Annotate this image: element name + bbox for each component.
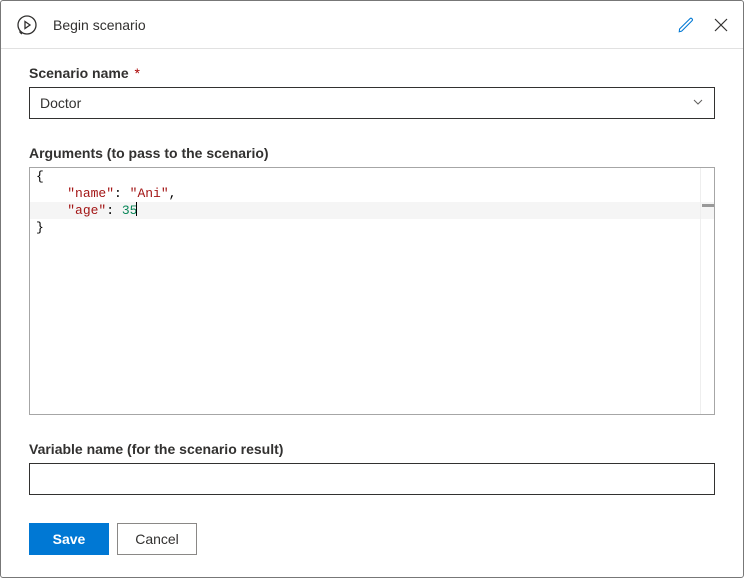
- code-line-2: "name": "Ani",: [30, 185, 714, 202]
- code-number: 35: [122, 203, 138, 218]
- code-indent: [36, 186, 67, 201]
- code-key: "name": [67, 186, 114, 201]
- chevron-down-icon: [692, 95, 704, 111]
- code-string: "Ani": [130, 186, 169, 201]
- variable-name-label: Variable name (for the scenario result): [29, 441, 715, 457]
- panel-header: Begin scenario: [1, 1, 743, 49]
- scenario-name-label-text: Scenario name: [29, 65, 129, 81]
- close-icon[interactable]: [713, 17, 729, 33]
- overview-mark: [702, 204, 714, 207]
- scenario-name-select[interactable]: Doctor: [29, 87, 715, 119]
- code-token: {: [36, 169, 44, 184]
- edit-icon[interactable]: [677, 16, 695, 34]
- arguments-editor[interactable]: { "name": "Ani", "age": 35 }: [29, 167, 715, 415]
- code-key: "age": [67, 203, 106, 218]
- begin-scenario-panel: Begin scenario Scenario name * Doctor: [0, 0, 744, 578]
- scenario-name-label: Scenario name *: [29, 65, 715, 81]
- panel-title: Begin scenario: [53, 17, 677, 33]
- editor-overview-ruler: [700, 168, 714, 414]
- save-button[interactable]: Save: [29, 523, 109, 555]
- panel-footer: Save Cancel: [1, 505, 743, 577]
- scenario-play-icon: [15, 13, 39, 37]
- code-token: }: [36, 220, 44, 235]
- code-line-3: "age": 35: [30, 202, 714, 219]
- code-sep: :: [106, 203, 122, 218]
- code-sep: :: [114, 186, 130, 201]
- code-comma: ,: [169, 186, 177, 201]
- code-indent: [36, 203, 67, 218]
- scenario-name-value: Doctor: [40, 95, 81, 111]
- variable-name-input[interactable]: [29, 463, 715, 495]
- required-asterisk: *: [135, 65, 140, 81]
- code-line-4: }: [30, 219, 714, 236]
- arguments-label: Arguments (to pass to the scenario): [29, 145, 715, 161]
- text-cursor: [136, 202, 137, 216]
- cancel-button[interactable]: Cancel: [117, 523, 197, 555]
- header-actions: [677, 16, 729, 34]
- panel-body: Scenario name * Doctor Arguments (to pas…: [1, 49, 743, 505]
- code-line-1: {: [30, 168, 714, 185]
